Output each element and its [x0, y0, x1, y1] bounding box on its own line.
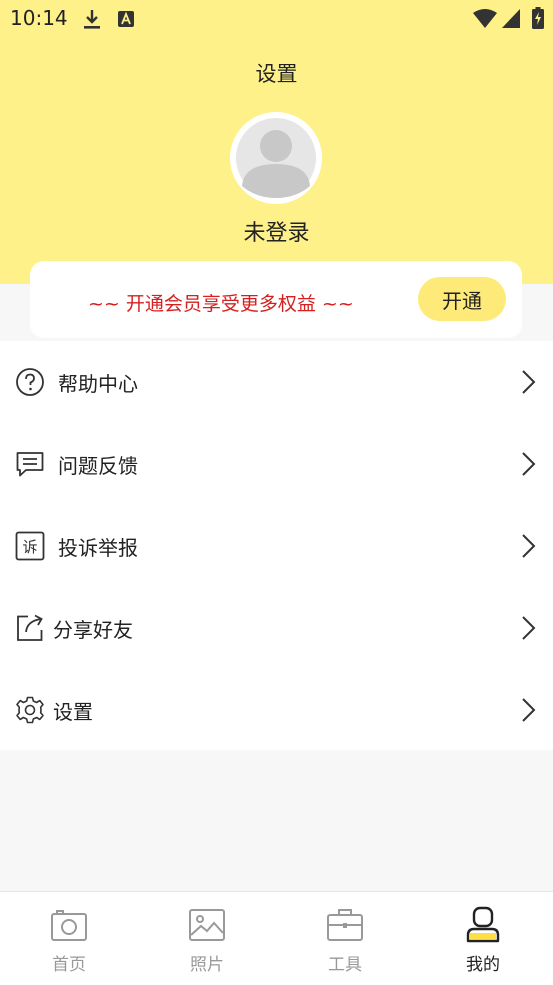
- chevron-right-icon: [522, 534, 536, 558]
- menu-item-share[interactable]: 分享好友: [0, 587, 553, 669]
- signal-icon: [502, 9, 520, 28]
- user-icon: [466, 906, 500, 943]
- bottom-tab-bar: 首页 照片 工具 我的: [0, 891, 553, 985]
- settings-menu: 帮助中心 问题反馈 诉 投诉举报 分享好友 设置: [0, 341, 553, 750]
- chevron-right-icon: [522, 370, 536, 394]
- menu-item-label: 帮助中心: [58, 372, 138, 396]
- menu-item-feedback[interactable]: 问题反馈: [0, 423, 553, 505]
- tab-photos[interactable]: 照片: [138, 892, 276, 985]
- menu-item-label: 分享好友: [53, 618, 133, 642]
- svg-text:诉: 诉: [22, 538, 37, 556]
- message-icon: [16, 452, 44, 477]
- battery-icon: [532, 7, 544, 29]
- profile-header: 10:14 设置 未登录: [0, 0, 553, 284]
- image-icon: [189, 909, 225, 941]
- toolbox-icon: [327, 909, 363, 941]
- camera-icon: [51, 910, 87, 941]
- vip-promo-text: ~~ 开通会员享受更多权益 ~~: [88, 293, 354, 315]
- status-time: 10:14: [10, 6, 68, 30]
- tab-home[interactable]: 首页: [0, 892, 138, 985]
- chevron-right-icon: [522, 452, 536, 476]
- avatar[interactable]: [230, 112, 322, 204]
- tab-label: 工具: [328, 955, 362, 975]
- vip-promo-card: ~~ 开通会员享受更多权益 ~~ 开通: [30, 261, 522, 338]
- share-icon: [17, 614, 43, 641]
- chevron-right-icon: [522, 698, 536, 722]
- wifi-icon: [473, 9, 497, 28]
- gear-icon: [16, 696, 44, 724]
- download-icon: [84, 10, 100, 29]
- tab-tools[interactable]: 工具: [276, 892, 414, 985]
- tab-mine[interactable]: 我的: [414, 892, 552, 985]
- tab-label: 首页: [52, 955, 86, 975]
- menu-item-help-center[interactable]: 帮助中心: [0, 341, 553, 423]
- default-avatar-icon: [230, 112, 322, 204]
- menu-item-complaint[interactable]: 诉 投诉举报: [0, 505, 553, 587]
- keyboard-a-icon: [118, 11, 134, 27]
- menu-item-label: 设置: [53, 700, 93, 724]
- vip-activate-button[interactable]: 开通: [418, 277, 506, 321]
- menu-item-label: 问题反馈: [58, 454, 138, 478]
- login-status-text[interactable]: 未登录: [0, 215, 553, 247]
- tab-label: 照片: [190, 955, 224, 975]
- chevron-right-icon: [522, 616, 536, 640]
- complaint-icon: 诉: [15, 531, 45, 561]
- page-title: 设置: [255, 62, 298, 86]
- menu-item-label: 投诉举报: [58, 536, 138, 560]
- status-bar: 10:14: [0, 0, 553, 38]
- help-circle-icon: [16, 368, 44, 396]
- menu-item-settings[interactable]: 设置: [0, 669, 553, 751]
- tab-label: 我的: [466, 955, 500, 975]
